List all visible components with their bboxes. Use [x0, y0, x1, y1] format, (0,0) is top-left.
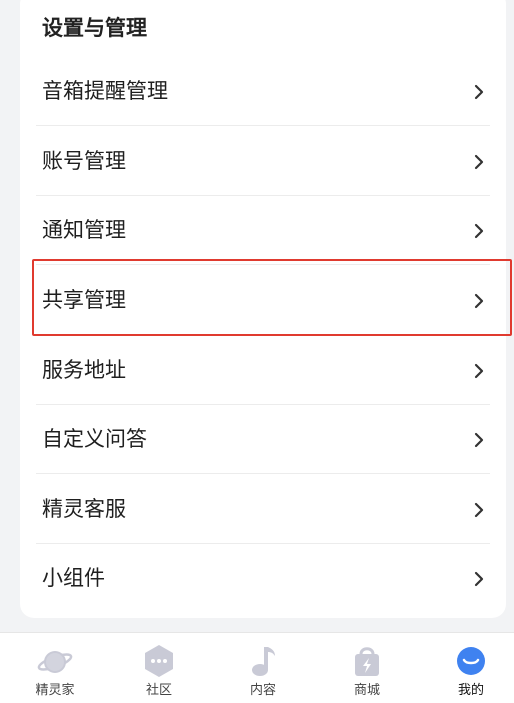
section-title: 设置与管理 — [42, 16, 147, 40]
menu-item-label: 通知管理 — [42, 218, 126, 242]
menu-item-label: 精灵客服 — [42, 497, 126, 521]
highlight-box — [32, 259, 512, 336]
tab-label: 商城 — [353, 683, 380, 698]
chevron-right-icon — [474, 571, 484, 587]
menu-item-notification[interactable]: 通知管理 — [20, 196, 506, 265]
chevron-right-icon — [474, 223, 484, 239]
bottom-tab-bar: 精灵家 社区 内容 商城 我的 — [0, 632, 514, 703]
tab-home[interactable]: 精灵家 — [4, 633, 106, 703]
music-note-icon — [252, 647, 275, 676]
chevron-right-icon — [474, 363, 484, 379]
menu-item-label: 服务地址 — [42, 358, 126, 382]
menu-item-label: 小组件 — [42, 566, 105, 590]
menu-item-label: 账号管理 — [42, 149, 126, 173]
menu-item-speaker-reminder[interactable]: 音箱提醒管理 — [20, 57, 506, 126]
chevron-right-icon — [474, 432, 484, 448]
menu-item-label: 音箱提醒管理 — [42, 79, 168, 103]
chevron-right-icon — [474, 502, 484, 518]
chat-hexagon-icon — [145, 645, 173, 677]
menu-item-account[interactable]: 账号管理 — [20, 127, 506, 196]
menu-item-label: 自定义问答 — [42, 427, 147, 451]
tab-label: 精灵家 — [35, 683, 75, 698]
planet-icon — [37, 651, 73, 673]
shopping-bag-icon — [355, 647, 379, 676]
menu-item-service-address[interactable]: 服务地址 — [20, 336, 506, 405]
tab-mall[interactable]: 商城 — [316, 633, 418, 703]
tab-label: 内容 — [249, 683, 276, 698]
chevron-right-icon — [474, 84, 484, 100]
divider — [36, 473, 490, 474]
profile-icon — [457, 647, 485, 675]
divider — [36, 125, 490, 126]
menu-item-widget[interactable]: 小组件 — [20, 544, 506, 613]
menu-item-customer-service[interactable]: 精灵客服 — [20, 475, 506, 544]
tab-label: 社区 — [145, 683, 172, 698]
tab-community[interactable]: 社区 — [108, 633, 210, 703]
chevron-right-icon — [474, 154, 484, 170]
tab-content[interactable]: 内容 — [212, 633, 314, 703]
menu-item-custom-qa[interactable]: 自定义问答 — [20, 405, 506, 474]
tab-profile[interactable]: 我的 — [420, 633, 514, 703]
tab-label: 我的 — [457, 683, 484, 698]
